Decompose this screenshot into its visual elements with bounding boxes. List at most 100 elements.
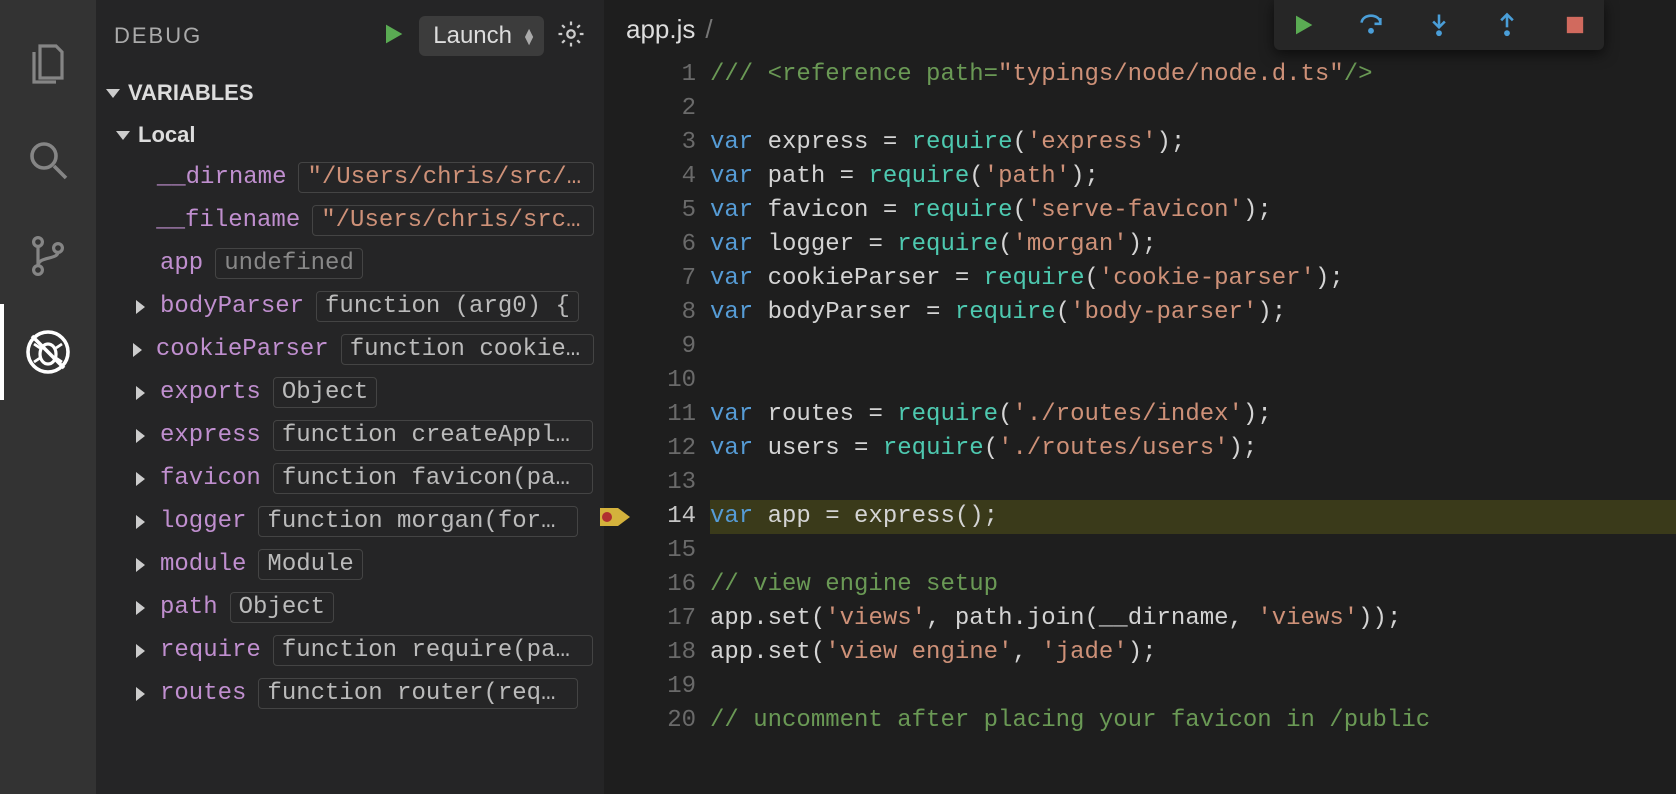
variable-name: exports: [160, 379, 261, 406]
code-line[interactable]: [710, 534, 1676, 568]
variable-row[interactable]: routesfunction router(req, res, n…: [96, 672, 604, 715]
variable-row[interactable]: require function require(path) {: [96, 629, 604, 672]
chevron-right-icon: [132, 558, 148, 572]
code-line[interactable]: var logger = require('morgan');: [710, 228, 1676, 262]
stop-button[interactable]: [1558, 8, 1592, 42]
variable-value: undefined: [215, 248, 363, 279]
debug-toolbar: [1274, 0, 1604, 50]
code-line[interactable]: var users = require('./routes/users');: [710, 432, 1676, 466]
chevron-right-icon: [132, 386, 148, 400]
line-number: 16: [632, 568, 696, 602]
variable-row[interactable]: appundefined: [96, 242, 604, 285]
variable-value: function favicon(path, opt…: [273, 463, 593, 494]
glyph-margin[interactable]: [604, 58, 632, 738]
play-icon: [379, 20, 407, 48]
step-out-icon: [1493, 11, 1521, 39]
line-number: 1: [632, 58, 696, 92]
variable-value: function createApplication…: [273, 420, 593, 451]
step-over-icon: [1357, 11, 1385, 39]
line-number: 9: [632, 330, 696, 364]
execution-pointer-icon: [600, 506, 634, 528]
activity-explorer[interactable]: [0, 16, 96, 112]
variable-row[interactable]: exports Object: [96, 371, 604, 414]
code-line[interactable]: var path = require('path');: [710, 160, 1676, 194]
variable-row[interactable]: bodyParserfunction (arg0) {: [96, 285, 604, 328]
variable-row[interactable]: express function createApplication…: [96, 414, 604, 457]
gear-icon: [556, 19, 586, 49]
code-line[interactable]: var routes = require('./routes/index');: [710, 398, 1676, 432]
activity-search[interactable]: [0, 112, 96, 208]
continue-icon: [1289, 11, 1317, 39]
git-branch-icon: [24, 232, 72, 280]
variable-row[interactable]: loggerfunction morgan(format, opt…: [96, 500, 604, 543]
line-number: 11: [632, 398, 696, 432]
activity-git[interactable]: [0, 208, 96, 304]
debug-settings-button[interactable]: [556, 19, 586, 54]
variable-value: Object: [230, 592, 334, 623]
activity-debug[interactable]: [0, 304, 96, 400]
step-out-button[interactable]: [1490, 8, 1524, 42]
line-number: 17: [632, 602, 696, 636]
select-arrows-icon: ▲▼: [522, 28, 536, 44]
activity-bar: [0, 0, 96, 794]
line-number: 5: [632, 194, 696, 228]
code-line[interactable]: [710, 670, 1676, 704]
chevron-right-icon: [132, 687, 148, 701]
code-line[interactable]: /// <reference path="typings/node/node.d…: [710, 58, 1676, 92]
editor-tab-filename[interactable]: app.js: [626, 14, 695, 45]
code-line[interactable]: // view engine setup: [710, 568, 1676, 602]
variable-row[interactable]: moduleModule: [96, 543, 604, 586]
code-line[interactable]: var favicon = require('serve-favicon');: [710, 194, 1676, 228]
variable-name: module: [160, 551, 246, 578]
line-number: 4: [632, 160, 696, 194]
scope-local-header[interactable]: Local: [96, 114, 604, 156]
line-number: 19: [632, 670, 696, 704]
step-over-button[interactable]: [1354, 8, 1388, 42]
files-icon: [24, 40, 72, 88]
start-debug-button[interactable]: [379, 20, 407, 53]
line-number: 12: [632, 432, 696, 466]
code-line[interactable]: [710, 92, 1676, 126]
scope-local-label: Local: [138, 122, 195, 148]
variable-value: "/Users/chris/src/myExp…: [298, 162, 594, 193]
code-line[interactable]: [710, 364, 1676, 398]
code-area[interactable]: 1234567891011121314151617181920 /// <ref…: [604, 58, 1676, 794]
line-number: 6: [632, 228, 696, 262]
code-line[interactable]: [710, 466, 1676, 500]
variable-row[interactable]: pathObject: [96, 586, 604, 629]
code-line[interactable]: app.set('view engine', 'jade');: [710, 636, 1676, 670]
chevron-down-icon: [106, 89, 120, 98]
variable-row[interactable]: __filename"/Users/chris/src/myExp…: [96, 199, 604, 242]
line-number-gutter: 1234567891011121314151617181920: [632, 58, 710, 794]
variable-value: function require(path) {: [273, 635, 593, 666]
code-line[interactable]: var express = require('express');: [710, 126, 1676, 160]
code-line[interactable]: var bodyParser = require('body-parser');: [710, 296, 1676, 330]
variable-value: function cookieParser…: [341, 334, 594, 365]
code-line[interactable]: // uncomment after placing your favicon …: [710, 704, 1676, 738]
chevron-right-icon: [132, 601, 148, 615]
variable-row[interactable]: faviconfunction favicon(path, opt…: [96, 457, 604, 500]
chevron-right-icon: [132, 429, 148, 443]
code-line[interactable]: [710, 330, 1676, 364]
variable-name: require: [160, 637, 261, 664]
chevron-right-icon: [132, 343, 144, 357]
variables-section-label: VARIABLES: [128, 80, 254, 106]
variable-row[interactable]: __dirname"/Users/chris/src/myExp…: [96, 156, 604, 199]
breadcrumb-separator: /: [705, 14, 712, 45]
variable-value: Object: [273, 377, 377, 408]
continue-button[interactable]: [1286, 8, 1320, 42]
line-number: 14: [632, 500, 696, 534]
code-line[interactable]: app.set('views', path.join(__dirname, 'v…: [710, 602, 1676, 636]
variables-section-header[interactable]: VARIABLES: [96, 72, 604, 114]
line-number: 18: [632, 636, 696, 670]
step-into-button[interactable]: [1422, 8, 1456, 42]
variable-row[interactable]: cookieParserfunction cookieParser…: [96, 328, 604, 371]
chevron-right-icon: [132, 300, 148, 314]
line-number: 8: [632, 296, 696, 330]
variable-name: express: [160, 422, 261, 449]
code-line[interactable]: var app = express();: [710, 500, 1676, 534]
stop-icon: [1561, 11, 1589, 39]
debug-config-select[interactable]: Launch ▲▼: [419, 16, 544, 56]
code-content[interactable]: /// <reference path="typings/node/node.d…: [710, 58, 1676, 794]
code-line[interactable]: var cookieParser = require('cookie-parse…: [710, 262, 1676, 296]
